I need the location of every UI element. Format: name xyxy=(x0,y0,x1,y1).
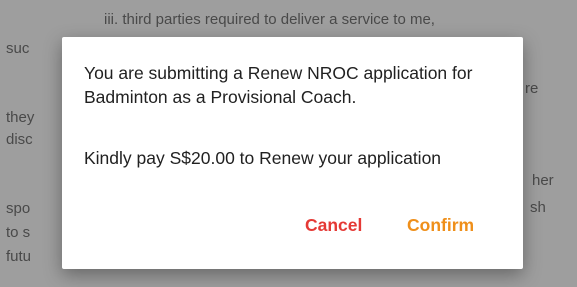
dialog-message: You are submitting a Renew NROC applicat… xyxy=(84,63,473,107)
payment-message: Kindly pay S$20.00 to Renew your applica… xyxy=(84,148,442,168)
confirmation-dialog: You are submitting a Renew NROC applicat… xyxy=(62,37,523,269)
cancel-button[interactable]: Cancel xyxy=(299,211,368,240)
confirm-button[interactable]: Confirm xyxy=(401,211,480,240)
